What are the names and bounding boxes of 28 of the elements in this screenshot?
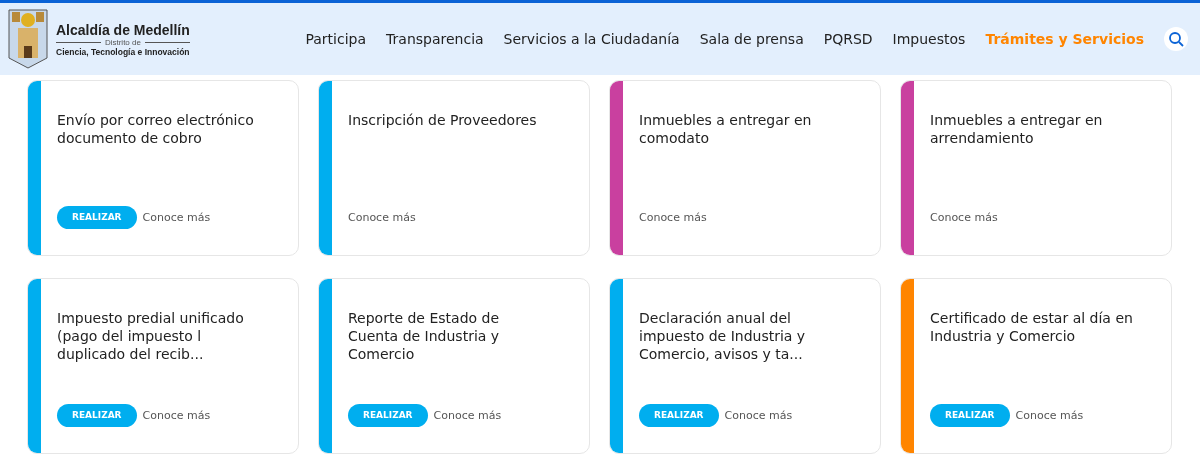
card-title: Declaración anual del impuesto de Industria y Comercio, avisos y ta...: [639, 309, 807, 364]
learn-more-link[interactable]: Conoce más: [930, 210, 998, 224]
logo-tagline: Ciencia, Tecnología e Innovación: [56, 46, 190, 57]
card-title: Impuesto predial unificado (pago del impuesto l duplicado del recib...: [57, 309, 245, 364]
card-title: Envío por correo electrónico documento de cobro: [57, 111, 255, 148]
coat-of-arms-logo: [8, 8, 48, 70]
nav-link[interactable]: Impuestos: [892, 31, 966, 47]
card-title: Inmuebles a entregar en arrendamiento: [930, 111, 1104, 148]
learn-more-link[interactable]: Conoce más: [639, 210, 707, 224]
search-icon: [1168, 31, 1184, 47]
card-title: Inmuebles a entregar en comodato: [639, 111, 813, 148]
card-title: Inscripción de Proveedores: [348, 111, 538, 130]
search-button[interactable]: [1164, 27, 1188, 51]
learn-more-link[interactable]: Conoce más: [348, 210, 416, 224]
card-title: Reporte de Estado de Cuenta de Industria y Comercio: [348, 309, 501, 364]
card-title: Certificado de estar al día en Industria y Comercio: [930, 309, 1134, 346]
nav-link[interactable]: Transparencia: [386, 31, 484, 47]
nav-link[interactable]: Participa: [305, 31, 367, 47]
learn-more-link[interactable]: Conoce más: [142, 408, 211, 422]
learn-more-link[interactable]: Conoce más: [724, 408, 793, 422]
learn-more-link[interactable]: Conoce más: [433, 408, 502, 422]
nav-link[interactable]: Sala de prensa: [699, 31, 804, 47]
logo-title: Alcaldía de Medellín: [56, 21, 190, 38]
nav-link[interactable]: PQRSD: [823, 31, 873, 47]
learn-more-link[interactable]: Conoce más: [1015, 408, 1084, 422]
nav-link[interactable]: Servicios a la Ciudadanía: [503, 31, 680, 47]
logo-subtitle: Distrito de: [104, 37, 141, 47]
learn-more-link[interactable]: Conoce más: [142, 210, 211, 224]
